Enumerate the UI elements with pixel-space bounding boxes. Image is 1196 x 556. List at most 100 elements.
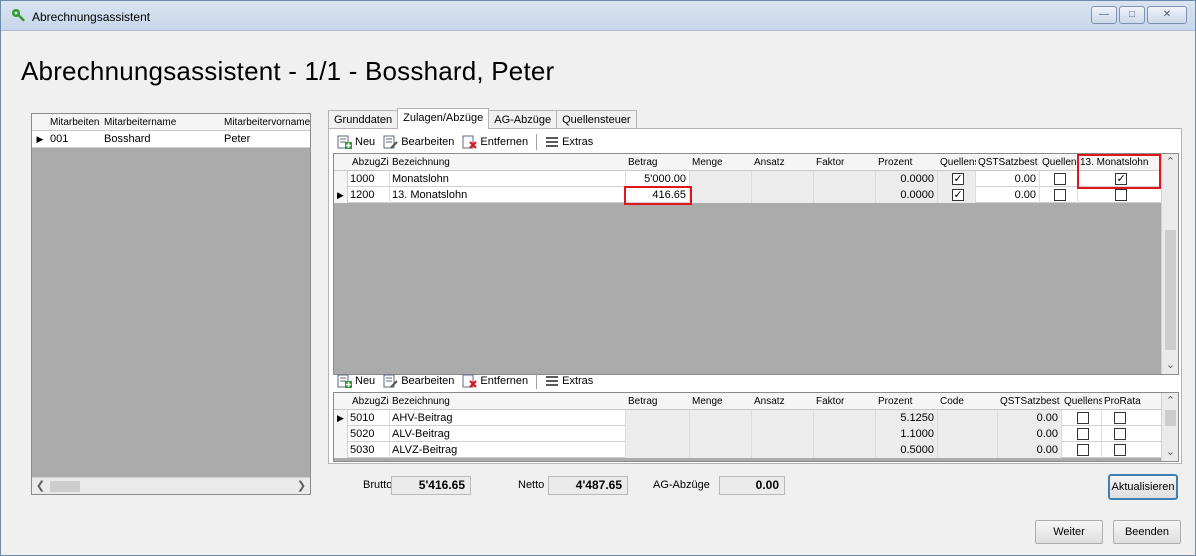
abzuege-vertical-scrollbar[interactable]: ⌃ ⌄ bbox=[1161, 393, 1178, 461]
cell-quellensteuer-1[interactable] bbox=[938, 171, 976, 187]
table-row[interactable]: 5030 ALVZ-Beitrag 0.5000 0.00 bbox=[334, 442, 1162, 458]
cell-bezeichnung[interactable]: 13. Monatslohn bbox=[390, 187, 626, 203]
table-row[interactable]: ▶ 1200 13. Monatslohn 416.65 0.0000 0.00 bbox=[334, 187, 1162, 203]
next-button[interactable]: Weiter bbox=[1035, 520, 1103, 544]
checkbox-quellensteuer[interactable] bbox=[1076, 428, 1089, 441]
cell-qst-satzbest[interactable]: 0.00 bbox=[976, 187, 1040, 203]
maximize-button[interactable]: □ bbox=[1119, 6, 1145, 24]
tab-ag-abzuege[interactable]: AG-Abzüge bbox=[488, 110, 558, 129]
cell-bezeichnung[interactable]: ALVZ-Beitrag bbox=[390, 442, 626, 458]
col-abzug-code[interactable]: AbzugZi bbox=[350, 393, 390, 410]
cell-bezeichnung[interactable]: AHV-Beitrag bbox=[390, 410, 626, 426]
cell-quellensteuer[interactable] bbox=[1062, 426, 1102, 442]
checkbox-quellensteuer-2[interactable] bbox=[1053, 173, 1066, 186]
col-bezeichnung[interactable]: Bezeichnung bbox=[390, 154, 626, 171]
tab-zulagen-abzuege[interactable]: Zulagen/Abzüge bbox=[397, 108, 490, 129]
checkbox-quellensteuer-2[interactable] bbox=[1053, 189, 1066, 202]
cell-quellensteuer[interactable] bbox=[1062, 442, 1102, 458]
abzuege-remove-button[interactable]: Entfernen bbox=[458, 371, 532, 391]
cell-prorata[interactable] bbox=[1102, 410, 1162, 426]
cell-code[interactable]: 5020 bbox=[348, 426, 390, 442]
scroll-up-icon[interactable]: ⌃ bbox=[1162, 393, 1178, 410]
table-row[interactable]: ▶ 5010 AHV-Beitrag 5.1250 0.00 bbox=[334, 410, 1162, 426]
employee-grid[interactable]: Mitarbeiten Mitarbeitername Mitarbeiterv… bbox=[31, 113, 311, 495]
zulagen-remove-button[interactable]: Entfernen bbox=[458, 132, 532, 152]
checkbox-quellensteuer-1[interactable] bbox=[951, 171, 964, 187]
cell-prorata[interactable] bbox=[1102, 426, 1162, 442]
cell-bezeichnung[interactable]: Monatslohn bbox=[390, 171, 626, 187]
col-prorata[interactable]: ProRata bbox=[1102, 393, 1162, 410]
zulagen-grid[interactable]: AbzugZi Bezeichnung Betrag Menge Ansatz … bbox=[333, 153, 1179, 375]
col-quellensteuer-1[interactable]: Quellens bbox=[938, 154, 976, 171]
checkbox-prorata[interactable] bbox=[1114, 444, 1126, 457]
cell-code[interactable]: 1000 bbox=[348, 171, 390, 187]
col-abzug-code[interactable]: AbzugZi bbox=[350, 154, 390, 171]
col-faktor[interactable]: Faktor bbox=[814, 154, 876, 171]
col-bezeichnung[interactable]: Bezeichnung bbox=[390, 393, 626, 410]
abzuege-grid[interactable]: AbzugZi Bezeichnung Betrag Menge Ansatz … bbox=[333, 392, 1179, 462]
table-row[interactable]: 5020 ALV-Beitrag 1.1000 0.00 bbox=[334, 426, 1162, 442]
table-row[interactable]: ▶ 001 Bosshard Peter bbox=[32, 131, 310, 148]
cell-betrag[interactable]: 5'000.00 bbox=[626, 171, 690, 187]
abzuege-edit-button[interactable]: Bearbeiten bbox=[379, 371, 458, 391]
col-mitarbeiter-nr[interactable]: Mitarbeiten bbox=[48, 114, 102, 131]
cell-quellensteuer-2[interactable] bbox=[1040, 171, 1078, 187]
finish-button[interactable]: Beenden bbox=[1113, 520, 1181, 544]
checkbox-prorata[interactable] bbox=[1114, 412, 1126, 425]
cell-prorata[interactable] bbox=[1102, 442, 1162, 458]
scroll-down-icon[interactable]: ⌄ bbox=[1162, 357, 1178, 374]
col-qst-satzbest[interactable]: QSTSatzbest bbox=[976, 154, 1040, 171]
abzuege-new-button[interactable]: Neu bbox=[333, 371, 379, 391]
scroll-thumb[interactable] bbox=[1165, 410, 1176, 426]
table-row[interactable]: 1000 Monatslohn 5'000.00 0.0000 0.00 bbox=[334, 171, 1162, 187]
checkbox-13-monatslohn[interactable] bbox=[1114, 189, 1127, 202]
cell-code[interactable]: 1200 bbox=[348, 187, 390, 203]
col-quellensteuer[interactable]: Quellens bbox=[1062, 393, 1102, 410]
abzuege-extras-button[interactable]: Extras bbox=[541, 371, 597, 391]
cell-quellensteuer-2[interactable] bbox=[1040, 187, 1078, 203]
col-code[interactable]: Code bbox=[938, 393, 998, 410]
minimize-button[interactable]: — bbox=[1091, 6, 1117, 24]
zulagen-new-button[interactable]: Neu bbox=[333, 132, 379, 152]
cell-code[interactable]: 5030 bbox=[348, 442, 390, 458]
col-prozent[interactable]: Prozent bbox=[876, 154, 938, 171]
cell-qst-satzbest[interactable]: 0.00 bbox=[976, 171, 1040, 187]
col-ansatz[interactable]: Ansatz bbox=[752, 393, 814, 410]
cell-prozent: 1.1000 bbox=[876, 426, 938, 442]
col-faktor[interactable]: Faktor bbox=[814, 393, 876, 410]
row-selector[interactable] bbox=[334, 442, 348, 458]
refresh-button[interactable]: Aktualisieren bbox=[1108, 474, 1178, 500]
row-selector[interactable] bbox=[334, 171, 348, 187]
col-mitarbeitername[interactable]: Mitarbeitername bbox=[102, 114, 222, 131]
zulagen-extras-button[interactable]: Extras bbox=[541, 132, 597, 152]
row-pointer-icon[interactable]: ▶ bbox=[334, 410, 348, 426]
cell-quellensteuer[interactable] bbox=[1062, 410, 1102, 426]
scroll-up-icon[interactable]: ⌃ bbox=[1162, 154, 1178, 171]
checkbox-quellensteuer[interactable] bbox=[1076, 444, 1089, 457]
cell-code[interactable]: 5010 bbox=[348, 410, 390, 426]
scroll-down-icon[interactable]: ⌄ bbox=[1162, 444, 1178, 461]
col-betrag[interactable]: Betrag bbox=[626, 154, 690, 171]
zulagen-edit-button[interactable]: Bearbeiten bbox=[379, 132, 458, 152]
col-ansatz[interactable]: Ansatz bbox=[752, 154, 814, 171]
col-prozent[interactable]: Prozent bbox=[876, 393, 938, 410]
col-mitarbeitervorname[interactable]: Mitarbeitervorname bbox=[222, 114, 310, 131]
col-menge[interactable]: Menge bbox=[690, 154, 752, 171]
col-quellensteuer-2[interactable]: Quellens bbox=[1040, 154, 1078, 171]
zulagen-vertical-scrollbar[interactable]: ⌃ ⌄ bbox=[1161, 154, 1178, 374]
checkbox-quellensteuer[interactable] bbox=[1076, 412, 1089, 425]
cell-bezeichnung[interactable]: ALV-Beitrag bbox=[390, 426, 626, 442]
row-pointer-icon[interactable]: ▶ bbox=[334, 187, 348, 203]
checkbox-prorata[interactable] bbox=[1114, 428, 1126, 441]
cell-13-monatslohn[interactable] bbox=[1078, 187, 1162, 203]
scroll-thumb[interactable] bbox=[1165, 230, 1176, 350]
col-qst-satzbest[interactable]: QSTSatzbest bbox=[998, 393, 1062, 410]
col-menge[interactable]: Menge bbox=[690, 393, 752, 410]
close-button[interactable]: ✕ bbox=[1147, 6, 1187, 24]
cell-quellensteuer-1[interactable] bbox=[938, 187, 976, 203]
checkbox-quellensteuer-1[interactable] bbox=[951, 187, 964, 203]
tab-quellensteuer[interactable]: Quellensteuer bbox=[556, 110, 637, 129]
row-selector[interactable] bbox=[334, 426, 348, 442]
col-betrag[interactable]: Betrag bbox=[626, 393, 690, 410]
tab-grunddaten[interactable]: Grunddaten bbox=[328, 110, 399, 129]
